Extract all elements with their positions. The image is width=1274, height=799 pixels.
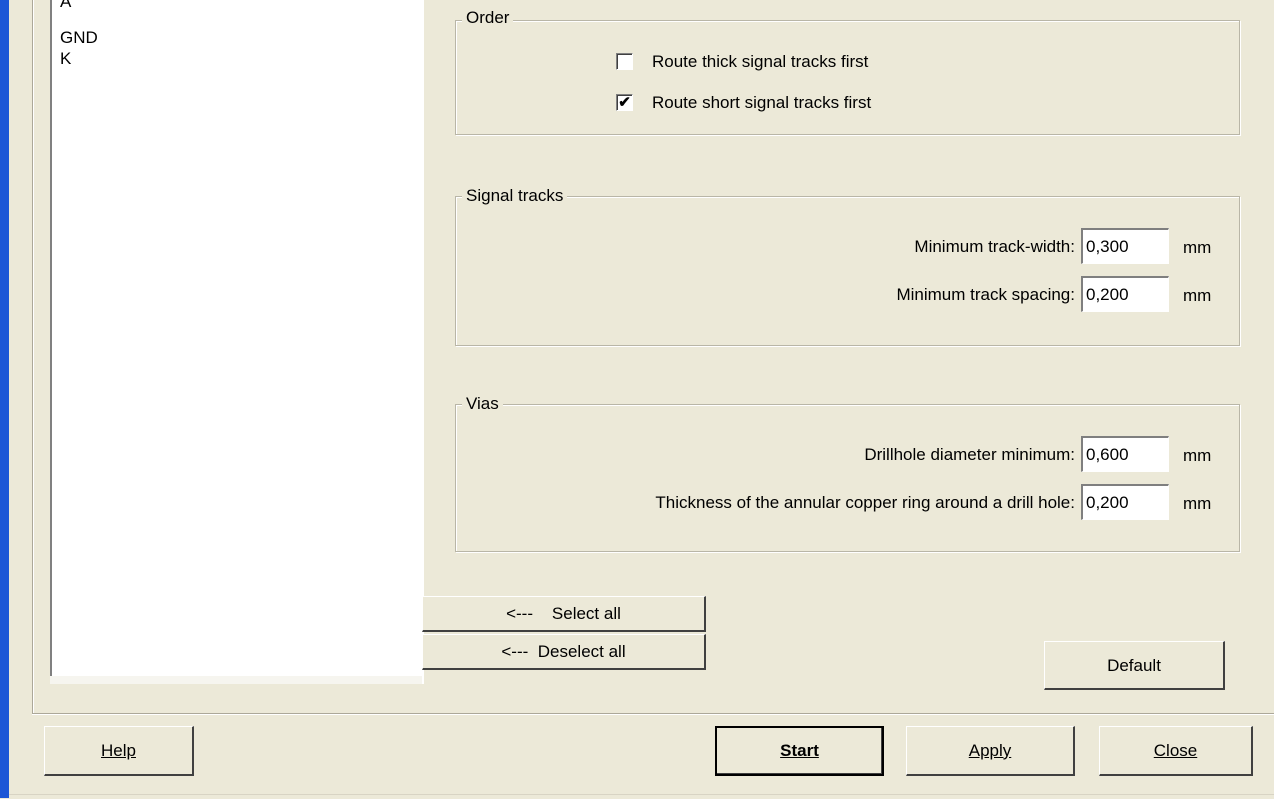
vias-legend: Vias (462, 394, 503, 414)
route-short-label[interactable]: Route short signal tracks first (652, 93, 871, 113)
net-list[interactable]: A GND K (50, 0, 424, 684)
annular-ring-unit: mm (1183, 494, 1212, 513)
signal-tracks-legend: Signal tracks (462, 186, 568, 206)
panel-border-highlight (33, 0, 34, 714)
drillhole-diameter-unit: mm (1183, 446, 1212, 465)
route-thick-checkbox[interactable] (616, 53, 633, 70)
close-button-label: Close (1153, 740, 1198, 760)
min-track-width-label: Minimum track-width: (914, 237, 1075, 256)
order-legend: Order (462, 8, 514, 28)
window-bottom-edge (9, 794, 1274, 799)
route-short-checkbox[interactable]: ✔ (616, 94, 633, 111)
annular-ring-input[interactable] (1081, 484, 1169, 520)
min-track-width-input[interactable] (1081, 228, 1169, 264)
min-track-spacing-unit: mm (1183, 286, 1212, 305)
min-track-width-unit: mm (1183, 238, 1212, 257)
net-list-item[interactable]: A (60, 0, 71, 12)
net-list-bottom-edge (50, 676, 422, 684)
default-button[interactable]: Default (1044, 641, 1225, 690)
help-button[interactable]: Help (44, 726, 194, 776)
net-list-item[interactable]: GND (60, 28, 98, 48)
close-button[interactable]: Close (1099, 726, 1253, 776)
drillhole-diameter-label: Drillhole diameter minimum: (864, 445, 1075, 464)
vias-group: Vias (455, 394, 1240, 552)
signal-tracks-group: Signal tracks (455, 186, 1240, 346)
select-all-button[interactable]: <--- Select all (422, 596, 706, 632)
apply-button-label: Apply (968, 740, 1012, 760)
window-left-border (0, 0, 9, 798)
drillhole-diameter-input[interactable] (1081, 436, 1169, 472)
min-track-spacing-label: Minimum track spacing: (896, 285, 1075, 304)
help-button-label: Help (101, 740, 136, 760)
min-track-spacing-input[interactable] (1081, 276, 1169, 312)
deselect-all-button[interactable]: <--- Deselect all (422, 634, 706, 670)
start-button[interactable]: Start (715, 726, 884, 776)
annular-ring-label: Thickness of the annular copper ring aro… (655, 493, 1075, 512)
bottom-separator-highlight (32, 714, 1274, 715)
route-thick-label[interactable]: Route thick signal tracks first (652, 52, 868, 72)
net-list-item[interactable]: K (60, 49, 71, 69)
checkmark-icon: ✔ (618, 94, 631, 111)
start-button-label: Start (780, 741, 819, 760)
apply-button[interactable]: Apply (906, 726, 1075, 776)
order-group: Order (455, 8, 1240, 135)
